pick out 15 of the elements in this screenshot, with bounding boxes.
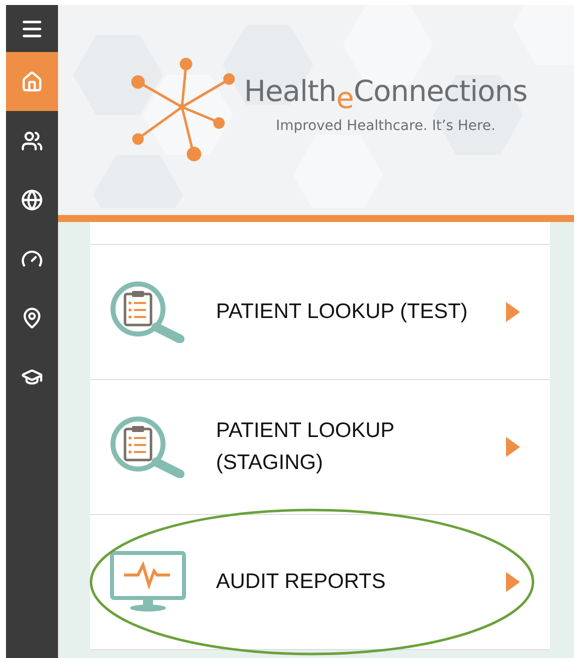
clipboard-magnifier-icon [110,416,186,478]
map-pin-icon [21,306,43,328]
menu-item[interactable]: AUDIT REPORTS [90,515,550,650]
globe-icon [21,188,43,210]
gauge-icon [21,248,43,270]
play-arrow-icon [506,572,520,592]
heartbeat-monitor-icon [110,551,186,613]
menu-item[interactable]: PATIENT LOOKUP (STAGING) [90,380,550,515]
clipboard-magnifier-icon [110,281,186,343]
play-arrow-icon [506,437,520,457]
tagline: Improved Healthcare. It’s Here. [276,118,496,134]
play-arrow-icon [506,302,520,322]
users-icon [21,130,43,152]
menu-item[interactable]: PATIENT LOOKUP (TEST) [90,245,550,380]
home-icon [21,70,43,92]
